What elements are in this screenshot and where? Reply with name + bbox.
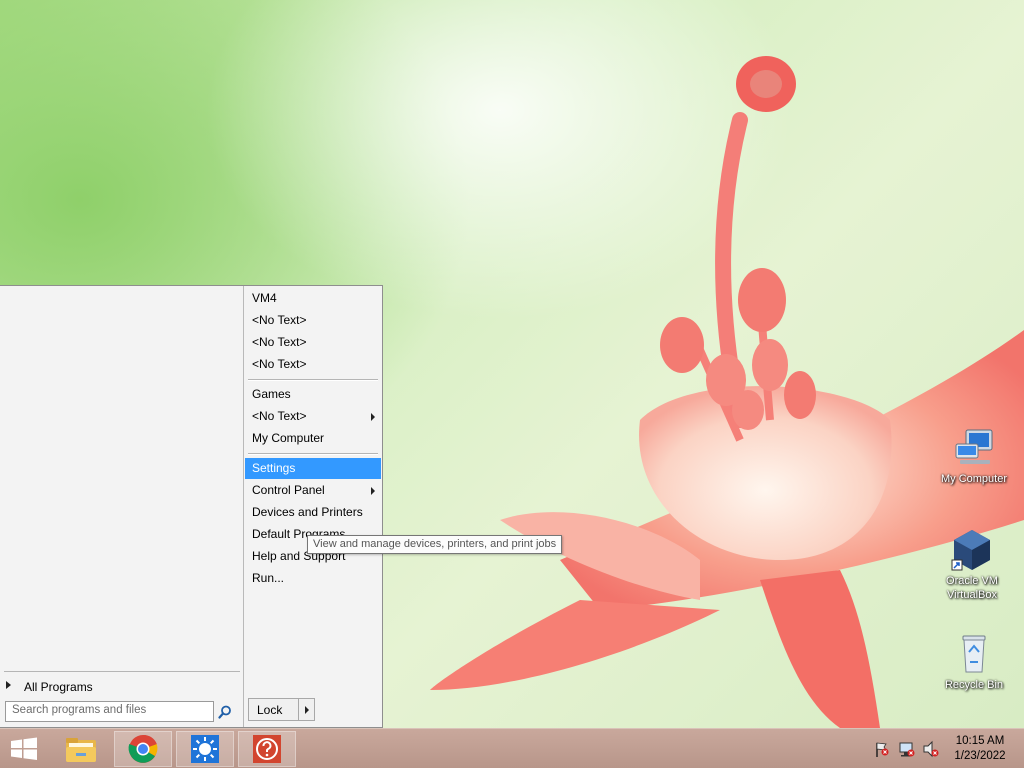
tooltip: View and manage devices, printers, and p… — [307, 535, 563, 554]
desktop-icon-label-line2: VirtualBox — [947, 589, 997, 601]
recycle-bin-icon — [952, 632, 996, 676]
submenu-arrow-icon — [371, 487, 375, 495]
menu-item-vm4[interactable]: VM4 — [245, 288, 381, 309]
clock-time: 10:15 AM — [955, 735, 1005, 747]
desktop-icon-recycle-bin[interactable]: Recycle Bin — [929, 632, 1019, 692]
lock-button[interactable]: Lock — [248, 698, 315, 721]
lock-button-label: Lock — [257, 703, 283, 717]
menu-item-games[interactable]: Games — [245, 384, 381, 405]
menu-item-no-text-4[interactable]: <No Text> — [245, 406, 381, 427]
tray-network-icon[interactable] — [898, 729, 916, 768]
menu-item-label: <No Text> — [252, 357, 307, 371]
folder-icon — [66, 738, 96, 762]
search-icon[interactable] — [218, 705, 232, 719]
start-menu: All Programs Search programs and files V… — [0, 285, 383, 728]
menu-item-no-text-2[interactable]: <No Text> — [245, 332, 381, 353]
menu-item-label: Devices and Printers — [252, 505, 363, 519]
desktop-icon-my-computer[interactable]: My Computer — [929, 426, 1019, 486]
all-programs-item[interactable]: All Programs — [4, 671, 240, 698]
taskbar-help-app[interactable] — [238, 731, 296, 767]
tray-volume-muted-icon[interactable] — [922, 729, 940, 768]
start-button[interactable] — [0, 731, 58, 767]
windows-logo-icon — [11, 737, 37, 760]
desktop-icon-label-line1: Oracle VM — [946, 575, 998, 587]
lock-options-arrow-icon[interactable] — [305, 706, 309, 714]
start-menu-right-pane: VM4 <No Text> <No Text> <No Text> Games … — [244, 286, 382, 727]
menu-item-no-text-1[interactable]: <No Text> — [245, 310, 381, 331]
help-icon — [253, 735, 281, 763]
menu-item-label: <No Text> — [252, 335, 307, 349]
taskbar: 10:15 AM 1/23/2022 — [0, 728, 1024, 768]
menu-item-run[interactable]: Run... — [245, 568, 381, 589]
menu-item-label: VM4 — [252, 291, 277, 305]
menu-item-label: <No Text> — [252, 409, 307, 423]
menu-item-my-computer[interactable]: My Computer — [245, 428, 381, 449]
menu-item-label: Control Panel — [252, 483, 325, 497]
taskbar-weather-app[interactable] — [176, 731, 234, 767]
lock-button-divider — [298, 699, 299, 720]
search-input[interactable]: Search programs and files — [5, 701, 214, 722]
menu-item-label: Games — [252, 387, 291, 401]
desktop-icon-label: Recycle Bin — [944, 679, 1004, 691]
all-programs-label: All Programs — [24, 680, 93, 694]
chrome-icon — [128, 734, 158, 763]
desktop-icon-virtualbox[interactable]: Oracle VM VirtualBox — [927, 528, 1017, 602]
menu-item-label: My Computer — [252, 431, 325, 445]
menu-separator — [248, 453, 378, 455]
menu-separator — [248, 379, 378, 381]
menu-item-devices-and-printers[interactable]: Devices and Printers — [245, 502, 381, 523]
menu-item-label: <No Text> — [252, 313, 307, 327]
submenu-arrow-icon — [371, 413, 375, 421]
clock-date: 1/23/2022 — [954, 750, 1006, 762]
computer-icon — [952, 426, 996, 470]
taskbar-file-explorer[interactable] — [52, 731, 110, 767]
menu-item-label: Run... — [252, 571, 285, 585]
sun-icon — [191, 735, 219, 763]
menu-item-control-panel[interactable]: Control Panel — [245, 480, 381, 501]
taskbar-clock[interactable]: 10:15 AM 1/23/2022 — [944, 734, 1016, 764]
taskbar-chrome[interactable] — [114, 731, 172, 767]
menu-item-no-text-3[interactable]: <No Text> — [245, 354, 381, 375]
desktop-icon-label: My Computer — [940, 473, 1008, 485]
triangle-right-icon — [6, 681, 11, 689]
tray-flag-icon[interactable] — [874, 729, 890, 768]
start-menu-left-pane: All Programs Search programs and files — [0, 286, 244, 727]
virtualbox-icon — [950, 528, 994, 572]
menu-item-label: Settings — [252, 461, 296, 475]
menu-item-settings[interactable]: Settings — [245, 458, 381, 479]
